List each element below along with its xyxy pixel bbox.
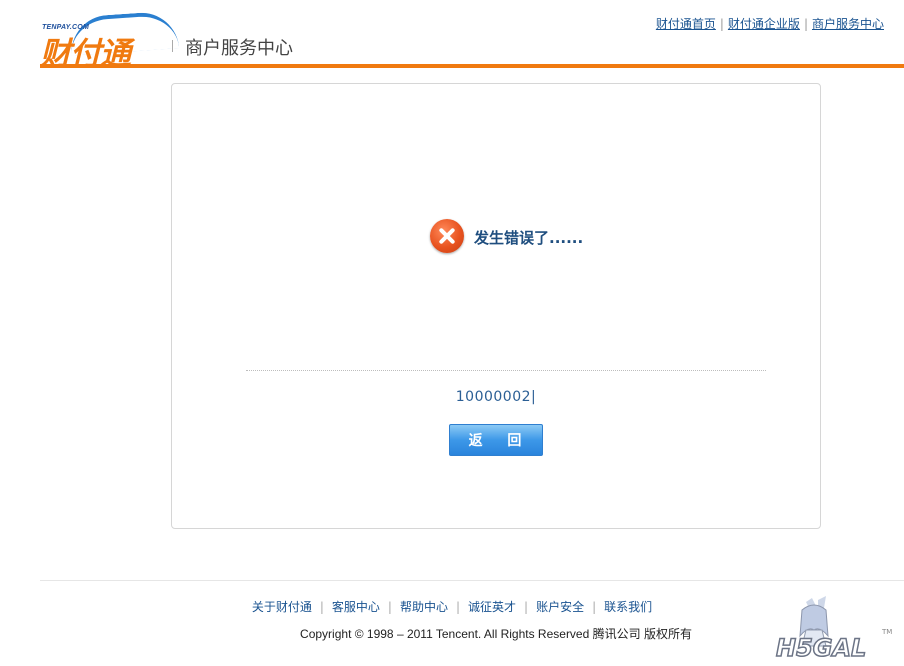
footer-link-help[interactable]: 帮助中心 — [400, 600, 448, 614]
footer-link-about[interactable]: 关于财付通 — [252, 600, 312, 614]
top-link-separator: | — [719, 17, 724, 31]
footer-link-security[interactable]: 账户安全 — [536, 600, 584, 614]
footer-link-separator: | — [387, 600, 392, 614]
header-divider — [172, 40, 173, 52]
top-nav: 财付通首页 | 财付通企业版 | 商户服务中心 — [656, 15, 884, 32]
dotted-divider — [246, 370, 766, 371]
footer-link-service[interactable]: 客服中心 — [332, 600, 380, 614]
tenpay-logo[interactable]: TENPAY.COM 财付通 — [40, 10, 180, 72]
error-message: 发生错误了...... — [474, 229, 584, 247]
watermark-tm: TM — [881, 628, 892, 636]
footer-link-separator: | — [455, 600, 461, 614]
header-orange-bar — [40, 64, 904, 68]
back-button[interactable]: 返 回 — [449, 424, 543, 456]
top-link-merchant[interactable]: 商户服务中心 — [812, 17, 884, 31]
error-code: 10000002| — [455, 389, 537, 405]
footer-link-separator: | — [592, 600, 597, 614]
copyright: Copyright © 1998 – 2011 Tencent. All Rig… — [300, 627, 692, 641]
header: TENPAY.COM 财付通 商户服务中心 财付通首页 | 财付通企业版 | 商户服务中… — [0, 0, 904, 72]
footer-link-contact[interactable]: 联系我们 — [604, 600, 652, 614]
page-title: 商户服务中心 — [185, 38, 293, 59]
watermark-text: H5GAL — [776, 634, 866, 660]
footer-divider — [40, 580, 904, 581]
footer-link-separator: | — [524, 600, 529, 614]
h5gal-watermark-icon: H5GAL TM — [775, 596, 892, 660]
error-x-icon — [430, 219, 464, 253]
footer-link-jobs[interactable]: 诚征英才 — [468, 600, 516, 614]
top-link-enterprise[interactable]: 财付通企业版 — [728, 17, 800, 31]
footer-nav: 关于财付通 | 客服中心 | 帮助中心 | 诚征英才 | 账户安全 | 联系我们 — [0, 598, 904, 615]
error-panel: 发生错误了...... 10000002| 返 回 — [171, 83, 821, 529]
top-link-separator: | — [803, 17, 808, 31]
footer-link-separator: | — [319, 600, 324, 614]
top-link-home[interactable]: 财付通首页 — [656, 17, 716, 31]
